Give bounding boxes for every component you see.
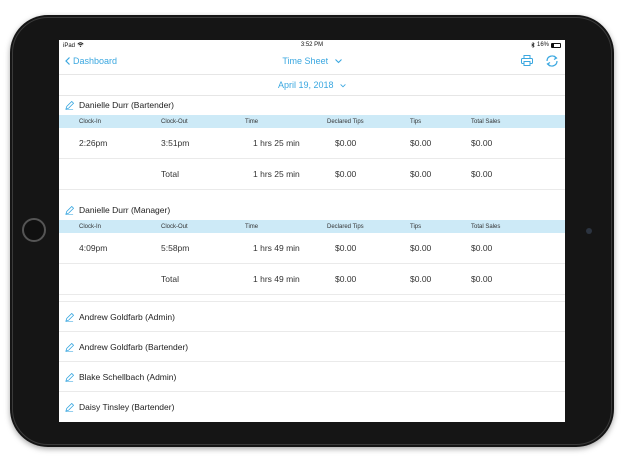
printer-icon[interactable] <box>521 55 533 66</box>
timesheet-title-dropdown[interactable]: Time Sheet <box>59 56 565 66</box>
time: 1 hrs 49 min <box>253 243 300 253</box>
declared-tips: $0.00 <box>335 169 357 179</box>
nav-bar: Dashboard Time Sheet <box>59 52 565 74</box>
total-sales: $0.00 <box>471 243 493 253</box>
table-row[interactable]: 4:09pm 5:58pm 1 hrs 49 min $0.00 $0.00 $… <box>59 233 565 264</box>
screen: iPad 3:52 PM 16% Dashboard Time Sheet Ap… <box>59 40 565 422</box>
column-header: Clock-In <box>79 223 102 230</box>
status-right: 16% <box>531 42 561 48</box>
total-row: Total 1 hrs 25 min $0.00 $0.00 $0.00 <box>59 159 565 190</box>
employee-header[interactable]: Danielle Durr (Manager) <box>59 200 565 220</box>
clock-out: 5:58pm <box>161 243 190 253</box>
date-label: April 19, 2018 <box>277 80 334 90</box>
pencil-icon[interactable] <box>65 205 74 215</box>
total-label: Total <box>161 274 179 284</box>
refresh-icon[interactable] <box>545 55 559 67</box>
pencil-icon[interactable] <box>65 342 74 352</box>
tips: $0.00 <box>410 169 432 179</box>
back-label: Dashboard <box>73 56 118 66</box>
pencil-icon[interactable] <box>65 402 74 412</box>
table-row[interactable]: 2:26pm 3:51pm 1 hrs 25 min $0.00 $0.00 $… <box>59 128 565 159</box>
column-header: Tips <box>410 223 422 230</box>
column-header: Clock-Out <box>161 118 188 125</box>
employee-name: Andrew Goldfarb (Bartender) <box>79 342 189 352</box>
employee-item[interactable]: Daisy Tinsley (Bartender) <box>59 391 565 422</box>
column-header-row: Clock-In Clock-Out Time Declared Tips Ti… <box>59 115 565 128</box>
status-time: 3:52 PM <box>300 42 324 48</box>
total-row: Total 1 hrs 49 min $0.00 $0.00 $0.00 <box>59 264 565 295</box>
employee-name: Danielle Durr (Bartender) <box>79 100 174 110</box>
total-sales: $0.00 <box>471 169 493 179</box>
home-button[interactable] <box>22 218 46 242</box>
page-title: Time Sheet <box>282 56 329 66</box>
clock-in: 4:09pm <box>79 243 108 253</box>
battery-percent: 16% <box>536 42 549 48</box>
column-header-row: Clock-In Clock-Out Time Declared Tips Ti… <box>59 220 565 233</box>
employee-name: Danielle Durr (Manager) <box>79 205 171 215</box>
column-header: Total Sales <box>471 223 501 230</box>
bluetooth-icon <box>531 42 535 48</box>
chevron-down-icon <box>334 59 342 64</box>
date-selector[interactable]: April 19, 2018 <box>59 74 565 96</box>
column-header: Clock-In <box>79 118 102 125</box>
column-header: Declared Tips <box>327 118 364 125</box>
time: 1 hrs 25 min <box>253 138 300 148</box>
employee-name: Andrew Goldfarb (Admin) <box>79 312 175 322</box>
time: 1 hrs 25 min <box>253 169 300 179</box>
total-label: Total <box>161 169 179 179</box>
declared-tips: $0.00 <box>335 138 357 148</box>
pencil-icon[interactable] <box>65 312 74 322</box>
column-header: Clock-Out <box>161 223 188 230</box>
clock-in: 2:26pm <box>79 138 108 148</box>
employee-header[interactable]: Danielle Durr (Bartender) <box>59 95 565 115</box>
total-sales: $0.00 <box>471 274 493 284</box>
column-header: Time <box>245 223 259 230</box>
nav-actions <box>521 55 559 67</box>
tips: $0.00 <box>410 274 432 284</box>
employee-section: Danielle Durr (Manager) Clock-In Clock-O… <box>59 200 565 295</box>
camera <box>586 228 592 234</box>
pencil-icon[interactable] <box>65 100 74 110</box>
status-bar: iPad 3:52 PM 16% <box>59 40 565 52</box>
tips: $0.00 <box>410 243 432 253</box>
chevron-left-icon <box>65 57 70 65</box>
employee-section: Danielle Durr (Bartender) Clock-In Clock… <box>59 95 565 190</box>
total-sales: $0.00 <box>471 138 493 148</box>
column-header: Time <box>245 118 259 125</box>
employee-name: Blake Schellbach (Admin) <box>79 372 177 382</box>
pencil-icon[interactable] <box>65 372 74 382</box>
battery-icon <box>551 42 561 48</box>
column-header: Declared Tips <box>327 223 364 230</box>
employee-name: Daisy Tinsley (Bartender) <box>79 402 175 412</box>
employee-item[interactable]: Andrew Goldfarb (Bartender) <box>59 331 565 362</box>
employee-item[interactable]: Andrew Goldfarb (Admin) <box>59 301 565 332</box>
time: 1 hrs 49 min <box>253 274 300 284</box>
column-header: Tips <box>410 118 422 125</box>
clock-out: 3:51pm <box>161 138 190 148</box>
chevron-down-icon <box>340 84 346 88</box>
dashboard-back-button[interactable]: Dashboard <box>65 56 117 66</box>
declared-tips: $0.00 <box>335 243 357 253</box>
employee-item[interactable]: Blake Schellbach (Admin) <box>59 361 565 392</box>
declared-tips: $0.00 <box>335 274 357 284</box>
column-header: Total Sales <box>471 118 501 125</box>
tips: $0.00 <box>410 138 432 148</box>
